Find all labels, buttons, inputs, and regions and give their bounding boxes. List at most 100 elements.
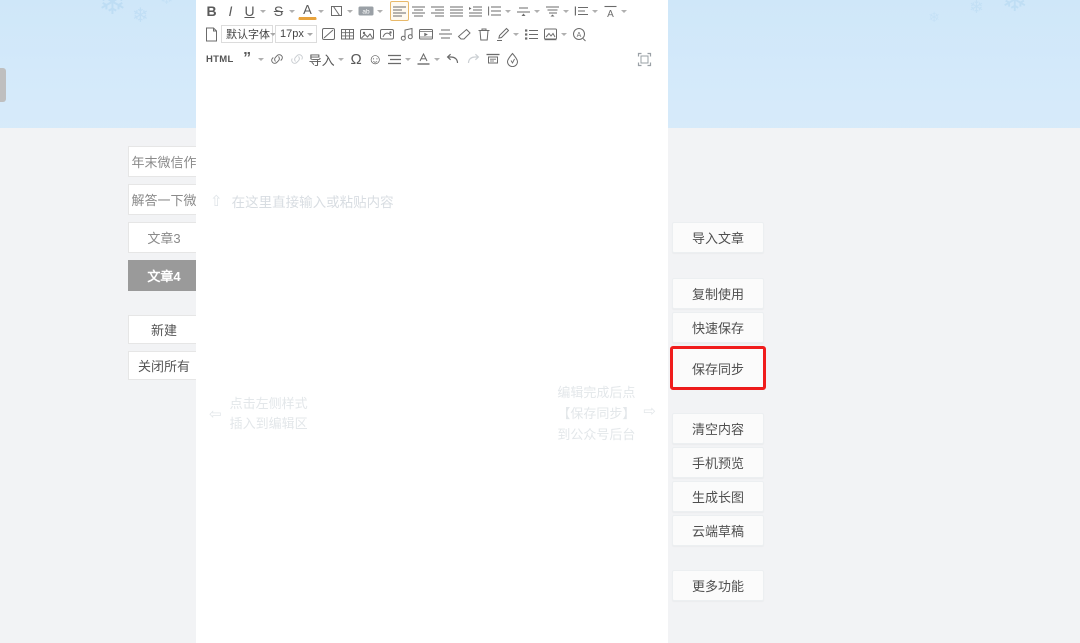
align-left-icon[interactable]	[390, 1, 409, 21]
chevron-down-icon[interactable]	[513, 32, 519, 36]
chevron-down-icon[interactable]	[377, 9, 383, 13]
clear-content-label: 清空内容	[691, 422, 744, 437]
font-family-value: 默认字体	[226, 29, 270, 41]
chevron-down-icon[interactable]	[257, 57, 264, 61]
import-article-button[interactable]: 导入文章	[672, 222, 764, 253]
more-features-button[interactable]: 更多功能	[672, 570, 764, 601]
hint-save-sync: 编辑完成后点 【保存同步】 到公众号后台 ⇨	[557, 382, 656, 445]
chevron-down-icon[interactable]	[563, 9, 569, 13]
chevron-down-icon[interactable]	[318, 9, 324, 13]
align-center-icon[interactable]	[409, 1, 428, 21]
chevron-down-icon[interactable]	[404, 57, 411, 61]
close-all-button[interactable]: 关闭所有	[128, 351, 200, 380]
highlight-color-icon[interactable]	[327, 1, 346, 21]
insert-image-icon[interactable]	[357, 24, 377, 44]
align-left-glyph	[393, 6, 406, 17]
mobile-preview-button[interactable]: 手机预览	[672, 447, 764, 478]
chevron-down-icon[interactable]	[534, 9, 540, 13]
chevron-down-icon[interactable]	[260, 9, 266, 13]
chevron-down-icon[interactable]	[505, 9, 511, 13]
trash-icon[interactable]	[474, 24, 493, 44]
align-right-icon[interactable]	[428, 1, 447, 21]
html-source-button[interactable]: HTML	[202, 54, 238, 65]
article-tab[interactable]: 解答一下微	[128, 184, 200, 215]
editor-toolbar-row-3: HTML ” 导入 Ω ☺	[196, 46, 668, 72]
arrow-right-icon: ⇨	[643, 403, 656, 420]
strikethrough-icon[interactable]: S	[269, 1, 288, 21]
underline-icon[interactable]: U	[240, 1, 259, 21]
chevron-down-icon[interactable]	[621, 9, 627, 13]
generate-long-image-button[interactable]: 生成长图	[672, 481, 764, 512]
unlink-icon[interactable]	[287, 49, 307, 69]
quote-icon[interactable]: ”	[238, 49, 257, 69]
divider-icon[interactable]	[436, 24, 455, 44]
eraser-icon[interactable]	[455, 24, 474, 44]
font-size-select[interactable]: 17px	[275, 25, 317, 43]
article-tab[interactable]: 文章3	[128, 222, 200, 253]
format-brush-icon[interactable]	[493, 24, 512, 44]
olist-glyph	[525, 28, 538, 40]
bold-icon[interactable]: B	[202, 1, 221, 21]
clear-style-icon[interactable]: A	[601, 1, 620, 21]
article-tab[interactable]: 年末微信作	[128, 146, 200, 177]
new-page-icon[interactable]	[202, 24, 221, 44]
table-icon[interactable]	[338, 24, 357, 44]
font-family-select[interactable]: 默认字体	[221, 25, 276, 43]
watermark-icon[interactable]	[503, 49, 522, 69]
link-icon[interactable]	[267, 49, 287, 69]
chevron-down-icon[interactable]	[307, 32, 313, 36]
indent-increase-icon[interactable]	[466, 1, 485, 21]
undo-icon[interactable]	[443, 49, 463, 69]
svg-text:A: A	[607, 9, 614, 18]
music-icon[interactable]	[397, 24, 416, 44]
line-height-icon[interactable]	[485, 1, 504, 21]
special-character-icon[interactable]: Ω	[347, 49, 366, 69]
article-tab-active[interactable]: 文章4	[128, 260, 200, 291]
new-article-button[interactable]: 新建	[128, 315, 200, 344]
chevron-down-icon[interactable]	[592, 9, 598, 13]
letter-spacing-icon[interactable]	[514, 1, 533, 21]
editor-toolbar-row-2: 默认字体 17px A	[196, 22, 668, 46]
emoji-icon[interactable]: ☺	[366, 49, 385, 69]
hr-glyph	[439, 29, 452, 39]
italic-icon[interactable]: I	[221, 1, 240, 21]
save-sync-highlight-box: 保存同步	[670, 346, 766, 390]
quick-save-button[interactable]: 快速保存	[672, 312, 764, 343]
line-height-glyph	[488, 6, 501, 16]
image-split-icon[interactable]	[319, 24, 338, 44]
paragraph-spacing-glyph	[546, 6, 559, 17]
remove-format-icon[interactable]: ab	[356, 1, 376, 21]
chevron-down-icon[interactable]	[347, 9, 353, 13]
editor-content-area[interactable]: ⇧ 在这里直接输入或粘贴内容 ⇦ 点击左侧样式 插入到编辑区 编辑完成后点 【保…	[196, 72, 668, 643]
chevron-down-icon[interactable]	[289, 9, 295, 13]
snowflake-icon: ❄	[160, 0, 173, 8]
redo-icon[interactable]	[463, 49, 483, 69]
background-image-icon[interactable]	[541, 24, 560, 44]
header-footer-icon[interactable]	[483, 49, 503, 69]
video-icon[interactable]	[416, 24, 436, 44]
gallery-icon[interactable]	[377, 24, 397, 44]
fullscreen-icon[interactable]	[635, 49, 654, 69]
copy-use-button[interactable]: 复制使用	[672, 278, 764, 309]
ordered-list-icon[interactable]	[522, 24, 541, 44]
save-sync-button[interactable]: 保存同步	[673, 349, 763, 387]
list-indent-icon[interactable]	[572, 1, 591, 21]
hint-line: 编辑完成后点	[557, 385, 636, 400]
align-justify-icon[interactable]	[447, 1, 466, 21]
chevron-down-icon[interactable]	[561, 32, 567, 36]
paragraph-spacing-icon[interactable]	[543, 1, 562, 21]
chevron-down-icon[interactable]	[337, 57, 344, 61]
fullscreen-glyph	[637, 52, 652, 66]
video-glyph	[419, 29, 433, 40]
bullet-list-icon[interactable]	[385, 49, 404, 69]
find-replace-icon[interactable]: A	[570, 24, 589, 44]
text-template-icon[interactable]	[414, 49, 433, 69]
import-button[interactable]: 导入	[307, 49, 337, 69]
clear-content-button[interactable]: 清空内容	[672, 413, 764, 444]
chevron-down-icon[interactable]	[433, 57, 440, 61]
sidebar-collapse-handle[interactable]	[0, 68, 6, 102]
cloud-draft-button[interactable]: 云端草稿	[672, 515, 764, 546]
font-color-icon[interactable]: A	[298, 3, 317, 20]
